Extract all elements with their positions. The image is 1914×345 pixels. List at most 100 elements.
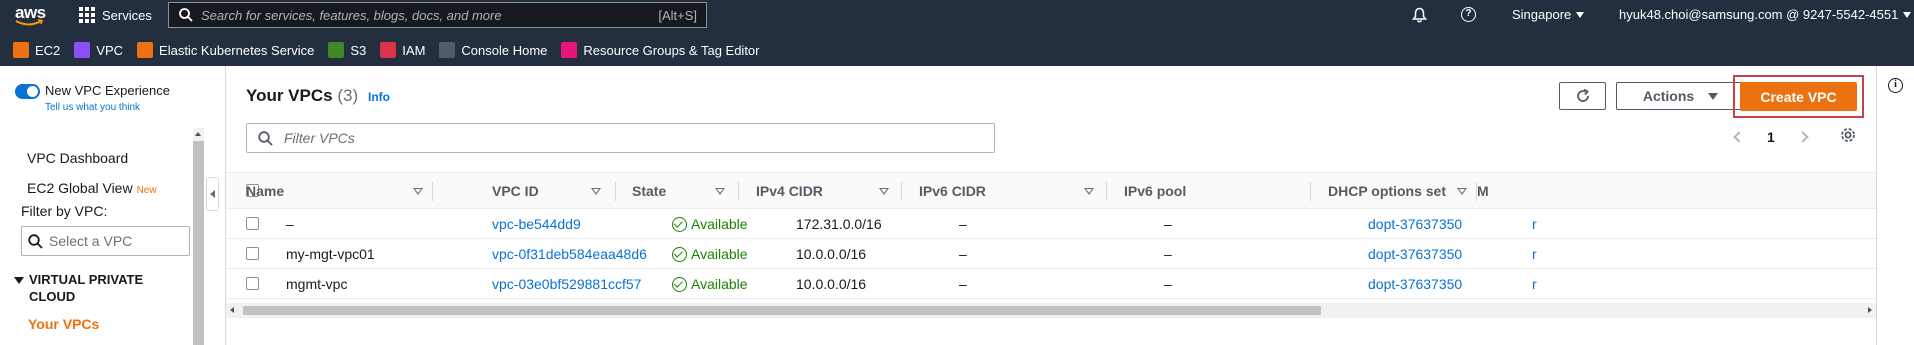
sort-caret-icon[interactable] — [413, 188, 423, 195]
favorite-s3[interactable]: S3 — [328, 42, 366, 58]
caret-down-icon — [14, 277, 24, 284]
global-search-input[interactable]: Search for services, features, blogs, do… — [168, 2, 707, 28]
feedback-link[interactable]: Tell us what you think — [45, 102, 140, 113]
favorite-iam[interactable]: IAM — [380, 42, 425, 58]
new-badge: New — [136, 185, 157, 196]
sidebar-item-vpc-dashboard[interactable]: VPC Dashboard — [27, 150, 128, 166]
column-resizer[interactable] — [901, 182, 902, 201]
favorite-label: EC2 — [35, 42, 61, 58]
info-icon[interactable]: i — [1888, 78, 1903, 93]
gear-icon[interactable] — [1839, 126, 1857, 144]
status-text: Available — [691, 216, 748, 232]
chevron-down-icon — [1576, 12, 1585, 18]
favorite-label: Elastic Kubernetes Service — [159, 42, 315, 58]
sort-caret-icon[interactable] — [715, 188, 725, 195]
caret-down-icon — [1708, 92, 1719, 100]
favorite-label: IAM — [402, 42, 426, 58]
actions-dropdown-button[interactable]: Actions — [1616, 82, 1745, 110]
column-resizer[interactable] — [432, 182, 433, 201]
column-resizer[interactable] — [615, 182, 616, 201]
sidebar-scrollbar[interactable] — [193, 141, 204, 345]
scroll-right-arrow-icon[interactable] — [1868, 307, 1872, 313]
help-icon[interactable]: ? — [1461, 7, 1476, 22]
select-vpc-input[interactable]: Select a VPC — [21, 226, 190, 256]
favorite-label: Console Home — [461, 42, 548, 58]
table-row[interactable]: mgmt-vpc vpc-03e0bf529881ccf57 Available 10… — [226, 269, 1876, 299]
filter-by-vpc-label: Filter by VPC: — [21, 203, 108, 219]
sidebar-item-ec2-global-view[interactable]: EC2 Global View New — [27, 180, 157, 196]
notifications-bell-icon[interactable] — [1412, 7, 1427, 23]
column-header-dhcp-options-set[interactable]: DHCP options set — [1328, 173, 1446, 210]
toggle-knob — [27, 86, 38, 97]
page-title-text: Your VPCs — [246, 86, 333, 105]
favorite-resource-groups[interactable]: Resource Groups & Tag Editor — [561, 42, 760, 58]
cell-extra[interactable]: r — [1532, 269, 1537, 299]
table-row[interactable]: – vpc-be544dd9 Available 172.31.0.0/16 – – dop… — [226, 209, 1876, 239]
section-virtual-private-cloud[interactable]: VIRTUAL PRIVATE CLOUD — [14, 271, 164, 305]
cell-ipv4: 10.0.0.0/16 — [796, 276, 867, 292]
favorite-console-home[interactable]: Console Home — [439, 42, 547, 58]
cell-extra[interactable]: r — [1532, 239, 1537, 269]
scrollbar-thumb[interactable] — [243, 306, 1321, 315]
cell-dhcp[interactable]: dopt-37637350 — [1368, 209, 1462, 239]
column-header-name[interactable]: Name — [246, 173, 284, 210]
status-available-icon — [672, 216, 687, 232]
aws-logo[interactable]: aws — [12, 2, 52, 28]
cell-ipv4: 172.31.0.0/16 — [796, 216, 882, 232]
table-row[interactable]: my-mgt-vpc01 vpc-0f31deb584eaa48d6 Availab… — [226, 239, 1876, 269]
refresh-button[interactable] — [1559, 82, 1606, 110]
cell-vpc-id[interactable]: vpc-0f31deb584eaa48d6 — [492, 239, 647, 269]
scroll-left-arrow-icon[interactable] — [230, 307, 234, 313]
column-resizer[interactable] — [1476, 182, 1477, 201]
row-checkbox[interactable] — [246, 217, 259, 230]
column-header-ipv6-pool[interactable]: IPv6 pool — [1124, 173, 1186, 210]
filter-vpcs-input[interactable]: Filter VPCs — [246, 123, 995, 153]
cell-state: Available — [672, 209, 748, 239]
collapse-sidebar-handle[interactable] — [206, 177, 219, 211]
s3-icon — [328, 42, 345, 58]
services-menu-button[interactable]: Services — [79, 0, 152, 30]
current-page-number[interactable]: 1 — [1767, 129, 1775, 145]
previous-page-icon[interactable] — [1733, 131, 1745, 143]
column-resizer[interactable] — [738, 182, 739, 201]
create-vpc-button[interactable]: Create VPC — [1740, 82, 1857, 111]
cell-dhcp[interactable]: dopt-37637350 — [1368, 239, 1462, 269]
eks-icon — [137, 42, 154, 58]
create-vpc-highlight: Create VPC — [1733, 75, 1864, 118]
cell-dhcp[interactable]: dopt-37637350 — [1368, 269, 1462, 299]
cell-state: Available — [672, 269, 748, 299]
grid-menu-icon — [79, 7, 95, 23]
side-navigation: New VPC Experience Tell us what you thin… — [0, 66, 226, 345]
new-vpc-experience-toggle[interactable] — [15, 84, 40, 99]
cell-extra[interactable]: r — [1532, 209, 1537, 239]
sort-caret-icon[interactable] — [1084, 188, 1094, 195]
column-header-ipv6-cidr[interactable]: IPv6 CIDR — [919, 173, 986, 210]
column-header-vpc-id[interactable]: VPC ID — [492, 173, 539, 210]
next-page-icon[interactable] — [1797, 131, 1809, 143]
cell-vpc-id[interactable]: vpc-03e0bf529881ccf57 — [492, 269, 641, 299]
column-header-ipv4-cidr[interactable]: IPv4 CIDR — [756, 173, 823, 210]
sort-caret-icon[interactable] — [591, 188, 601, 195]
sort-caret-icon[interactable] — [879, 188, 889, 195]
sort-caret-icon[interactable] — [1457, 188, 1467, 195]
info-link[interactable]: Info — [368, 90, 390, 104]
row-checkbox[interactable] — [246, 247, 259, 260]
column-resizer[interactable] — [1310, 182, 1311, 201]
column-resizer[interactable] — [1106, 182, 1107, 201]
refresh-icon — [1576, 88, 1589, 102]
sidebar-item-your-vpcs[interactable]: Your VPCs — [28, 316, 99, 332]
region-selector[interactable]: Singapore — [1512, 0, 1585, 30]
filter-vpcs-placeholder: Filter VPCs — [284, 130, 355, 146]
favorite-ec2[interactable]: EC2 — [13, 42, 60, 58]
table-horizontal-scrollbar[interactable] — [226, 303, 1876, 318]
cell-ipv6: – — [959, 216, 967, 232]
row-checkbox[interactable] — [246, 277, 259, 290]
favorite-eks[interactable]: Elastic Kubernetes Service — [137, 42, 314, 58]
favorite-vpc[interactable]: VPC — [74, 42, 123, 58]
column-header-m[interactable]: M — [1477, 173, 1489, 210]
cell-vpc-id[interactable]: vpc-be544dd9 — [492, 209, 581, 239]
account-menu[interactable]: hyuk48.choi@samsung.com @ 9247-5542-4551 — [1619, 0, 1912, 30]
scroll-up-arrow-icon[interactable] — [193, 128, 204, 141]
vpc-icon — [74, 42, 91, 58]
column-header-state[interactable]: State — [632, 173, 666, 210]
